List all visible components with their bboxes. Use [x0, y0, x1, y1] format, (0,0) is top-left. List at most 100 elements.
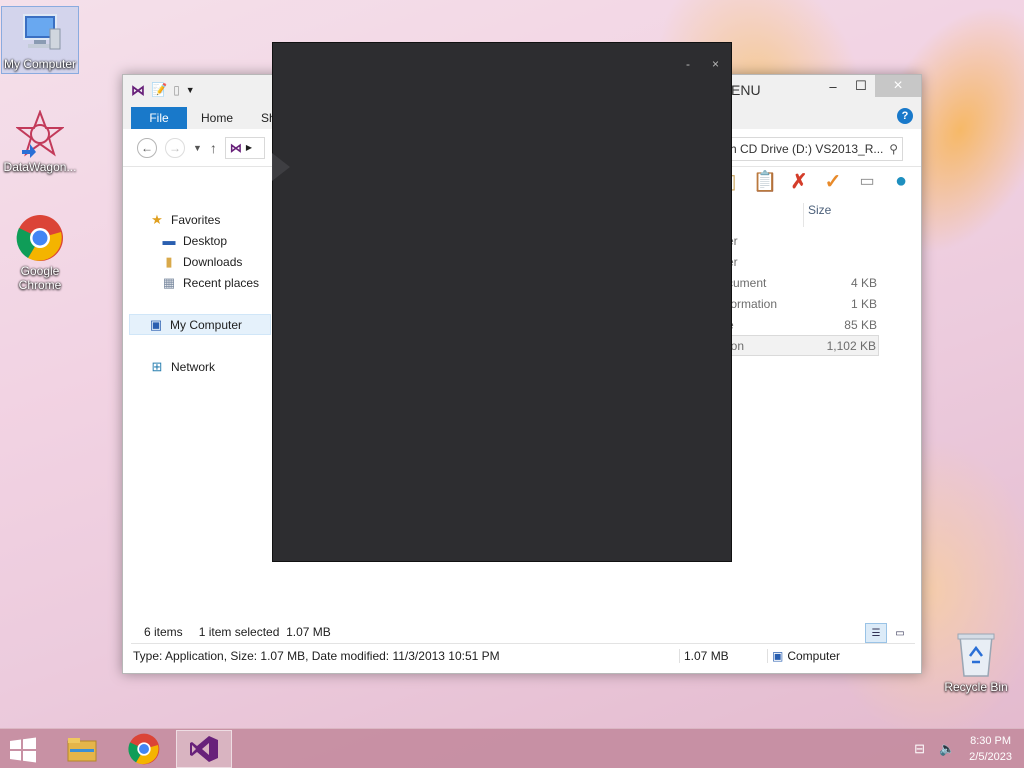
windows-logo-icon	[10, 737, 36, 763]
computer-icon	[16, 7, 64, 55]
details-location-label: Computer	[787, 648, 841, 663]
search-input[interactable]: ch CD Drive (D:) VS2013_R... ⚲	[721, 137, 903, 161]
details-location: ▣ Computer	[767, 648, 915, 663]
table-row[interactable]: er	[723, 230, 879, 251]
minimize-button[interactable]: –	[819, 75, 847, 97]
nav-item-label: Favorites	[171, 212, 221, 227]
forward-button[interactable]: →	[165, 137, 185, 158]
nav-item-network[interactable]: ⊞ Network	[131, 356, 271, 377]
row-size: 4 KB	[850, 275, 877, 290]
nav-item-my-computer[interactable]: ▣ My Computer	[129, 314, 271, 335]
nav-item-label: Network	[171, 359, 216, 374]
table-row-selected[interactable]: ion 1,102 KB	[723, 335, 879, 356]
large-icons-view-icon[interactable]: ▭	[889, 623, 911, 643]
item-count: 6 items	[144, 625, 183, 639]
computer-icon: ▣	[772, 648, 784, 663]
back-button[interactable]: ←	[137, 137, 157, 158]
vs-logo-icon	[190, 736, 218, 762]
taskbar-google-chrome[interactable]	[116, 730, 172, 768]
selection-count: 1 item selected	[198, 625, 280, 639]
dialog-close-button[interactable]: ×	[712, 57, 719, 71]
file-list: er er cument 4 KB formation 1 KB e85 KB io…	[723, 230, 879, 356]
window-title: ENU	[731, 82, 761, 98]
vs-logo-icon: ⋈	[229, 140, 242, 155]
nav-item-favorites[interactable]: ★ Favorites	[131, 209, 271, 230]
new-folder-icon[interactable]: ▯	[173, 83, 180, 97]
vs-logo-icon: ⋈	[131, 81, 145, 98]
desktop-icon-label: My Computer	[3, 57, 77, 71]
clipboard-icon[interactable]: 📋	[753, 169, 778, 193]
desktop-icon-label: Google Chrome	[18, 264, 62, 292]
table-row[interactable]: e85 KB	[723, 314, 879, 335]
chevron-down-icon[interactable]: ▼	[186, 85, 195, 95]
selection-info: 1 item selected 1.07 MB	[199, 625, 331, 639]
tab-file[interactable]: File	[131, 107, 187, 129]
close-button[interactable]: ×	[875, 75, 921, 97]
column-header-size[interactable]: Size	[803, 203, 883, 227]
delete-icon[interactable]: ✗	[787, 169, 811, 193]
table-row[interactable]: formation 1 KB	[723, 293, 879, 314]
navigation-pane: ★ Favorites ▬ Desktop ▮ Downloads ▦ Rece…	[129, 209, 271, 377]
nav-item-label: Recent places	[183, 275, 260, 290]
table-row[interactable]: cument 4 KB	[723, 272, 879, 293]
check-icon[interactable]: ✓	[821, 169, 845, 193]
chevron-right-icon: ▶	[245, 143, 253, 152]
rename-icon[interactable]: ▭	[855, 169, 879, 193]
desktop-icon-recycle-bin[interactable]: Recycle Bin	[940, 630, 1012, 694]
globe-icon[interactable]: ●	[889, 169, 913, 193]
dialog-minimize-button[interactable]: -	[686, 57, 690, 71]
desktop-icon-label: Recycle Bin	[944, 680, 1008, 694]
downloads-icon: ▮	[165, 253, 173, 269]
system-tray: ⊟ 🔈 8:30 PM 2/5/2023	[914, 733, 1012, 765]
taskbar-visual-studio[interactable]	[176, 730, 232, 768]
recent-locations-icon[interactable]: ▼	[193, 143, 202, 153]
selection-size: 1.07 MB	[286, 625, 331, 639]
network-icon: ⊞	[151, 358, 163, 374]
volume-icon[interactable]: 🔈	[939, 741, 955, 757]
folder-icon	[67, 738, 97, 762]
properties-icon[interactable]: 📝	[151, 82, 167, 98]
quick-access-toolbar: ⋈ 📝 ▯ ▼	[123, 82, 195, 99]
chrome-icon	[128, 733, 160, 765]
table-row[interactable]: er	[723, 251, 879, 272]
computer-icon: ▣	[149, 316, 163, 332]
recycle-bin-icon	[954, 630, 998, 678]
search-icon: ⚲	[889, 142, 898, 156]
nav-item-label: My Computer	[170, 317, 243, 332]
details-size: 1.07 MB	[679, 648, 767, 663]
desktop-icon: ▬	[162, 233, 176, 248]
nav-item-label: Desktop	[183, 233, 228, 248]
search-placeholder: ch CD Drive (D:) VS2013_R...	[724, 142, 884, 156]
start-button[interactable]	[8, 737, 40, 763]
row-type: cument	[727, 275, 767, 290]
tab-home[interactable]: Home	[187, 107, 247, 129]
up-arrow-icon[interactable]: ↑	[210, 140, 217, 156]
network-tray-icon[interactable]: ⊟	[914, 741, 925, 757]
recent-places-icon: ▦	[162, 274, 176, 290]
clock-time: 8:30 PM	[970, 735, 1012, 747]
help-icon[interactable]: ?	[897, 108, 913, 124]
desktop-icon-label: DataWagon...	[3, 160, 77, 174]
row-size: 85 KB	[844, 317, 877, 332]
datawagon-icon	[15, 109, 65, 158]
clock[interactable]: 8:30 PM 2/5/2023	[969, 733, 1012, 765]
dark-dialog-window[interactable]: - ×	[272, 42, 732, 562]
details-info: Type: Application, Size: 1.07 MB, Date m…	[133, 648, 500, 663]
nav-item-downloads[interactable]: ▮ Downloads	[131, 251, 271, 272]
row-size: 1,102 KB	[826, 338, 876, 353]
taskbar-file-explorer[interactable]	[54, 730, 110, 768]
desktop-icon-datawagon[interactable]: DataWagon...	[1, 109, 79, 174]
details-view-icon[interactable]: ☰	[865, 623, 887, 643]
nav-item-recent-places[interactable]: ▦ Recent places	[131, 272, 271, 293]
details-bar: Type: Application, Size: 1.07 MB, Date m…	[131, 643, 915, 667]
desktop-icon-my-computer[interactable]: My Computer	[1, 6, 79, 74]
desktop-icon-google-chrome[interactable]: Google Chrome	[1, 214, 79, 292]
clock-date: 2/5/2023	[969, 751, 1012, 763]
nav-item-desktop[interactable]: ▬ Desktop	[131, 230, 271, 251]
taskbar: ⊟ 🔈 8:30 PM 2/5/2023	[0, 728, 1024, 768]
status-bar: 6 items 1 item selected 1.07 MB	[131, 621, 915, 643]
chrome-icon	[16, 214, 64, 262]
address-bar[interactable]: ⋈ ▶	[224, 136, 265, 159]
row-type: formation	[727, 296, 778, 311]
maximize-button[interactable]: ☐	[847, 75, 875, 97]
